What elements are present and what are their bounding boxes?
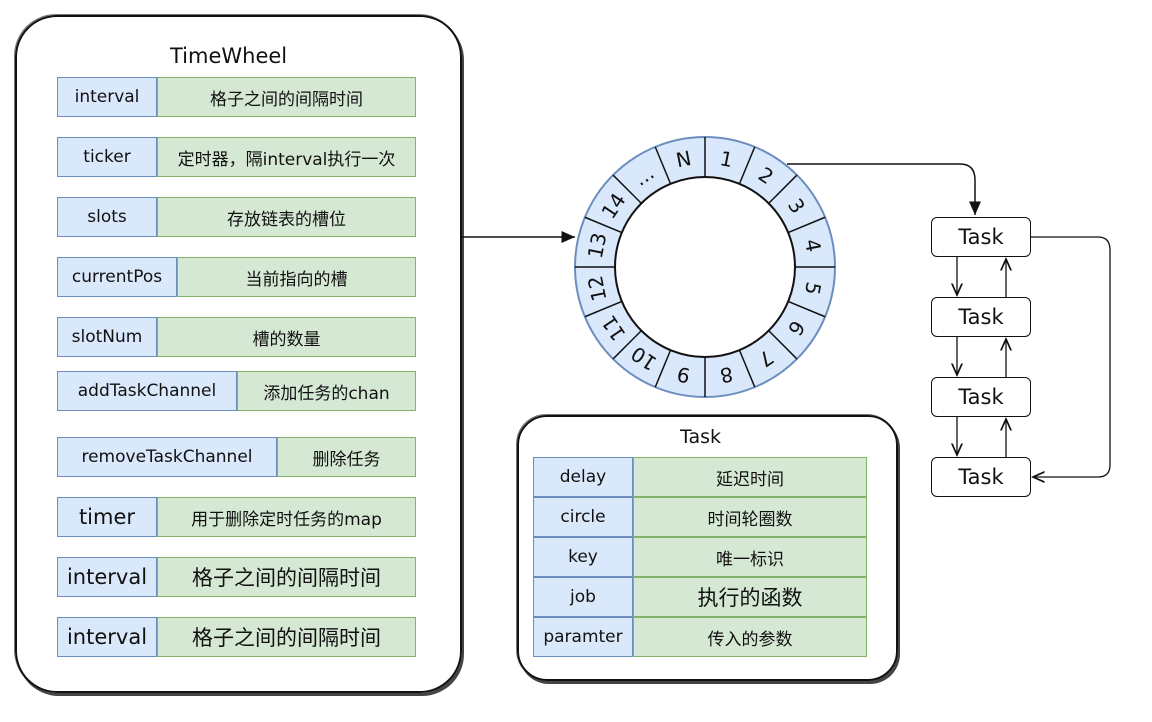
slot-label: 12	[583, 274, 612, 304]
task-node: Task	[931, 217, 1031, 257]
diagram-svg: 1234567891011121314...N	[460, 136, 1111, 722]
task-node: Task	[931, 457, 1031, 497]
loop-back-arrow	[1031, 236, 1111, 477]
task-node: Task	[931, 377, 1031, 417]
task-node: Task	[931, 297, 1031, 337]
wheel-inner	[614, 176, 796, 358]
time-wheel: 1234567891011121314...N	[574, 136, 836, 398]
slot-label: 13	[583, 231, 612, 261]
task-links	[957, 257, 1006, 457]
